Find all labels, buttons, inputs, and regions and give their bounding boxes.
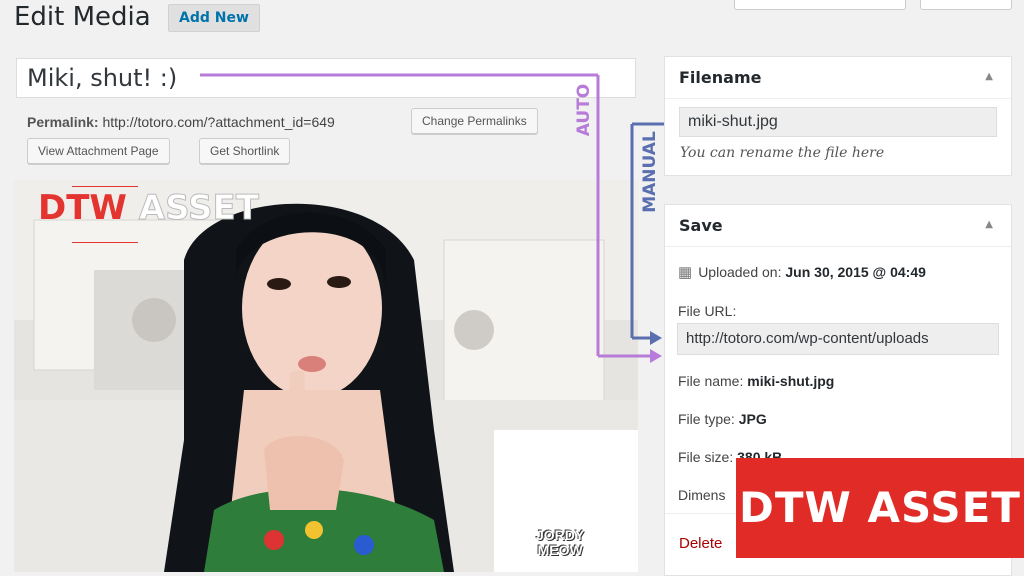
collapse-caret-icon[interactable]: ▲ — [985, 71, 993, 82]
dimensions-label: Dimens — [678, 487, 726, 503]
filename-input[interactable]: miki-shut.jpg — [679, 107, 997, 137]
filename-panel: Filename ▲ miki-shut.jpg You can rename … — [664, 56, 1012, 176]
file-name-value: miki-shut.jpg — [747, 373, 835, 389]
uploaded-value: Jun 30, 2015 @ 04:49 — [785, 264, 926, 280]
collapse-caret-icon[interactable]: ▲ — [985, 219, 993, 230]
save-panel-title: Save — [679, 216, 723, 235]
auto-annotation-text: AUTO — [574, 83, 594, 137]
filename-hint: You can rename the file here — [680, 145, 885, 161]
manual-annotation: MANUAL — [636, 128, 664, 220]
file-name-label: File name: — [678, 373, 744, 389]
file-url-input[interactable]: http://totoro.com/wp-content/uploads — [677, 323, 999, 355]
file-type-row: File type: JPG — [678, 411, 767, 427]
auto-arrowhead — [650, 349, 662, 363]
dtw-asset-badge: DTW ASSET — [736, 458, 1024, 558]
file-url-label: File URL: — [678, 303, 737, 319]
uploaded-on-row: ▦ Uploaded on: Jun 30, 2015 @ 04:49 — [678, 263, 926, 281]
file-name-row: File name: miki-shut.jpg — [678, 373, 834, 389]
auto-annotation: AUTO — [570, 84, 596, 140]
file-type-value: JPG — [738, 411, 767, 427]
manual-arrowhead — [650, 331, 662, 345]
delete-link[interactable]: Delete — [679, 535, 722, 552]
calendar-icon: ▦ — [678, 264, 693, 281]
uploaded-label: Uploaded on: — [698, 264, 782, 280]
file-type-label: File type: — [678, 411, 735, 427]
filename-panel-title: Filename — [679, 68, 762, 87]
save-panel-header[interactable]: Save ▲ — [665, 205, 1011, 247]
manual-annotation-text: MANUAL — [640, 131, 660, 213]
filename-panel-header[interactable]: Filename ▲ — [665, 57, 1011, 99]
file-size-label: File size: — [678, 449, 734, 465]
